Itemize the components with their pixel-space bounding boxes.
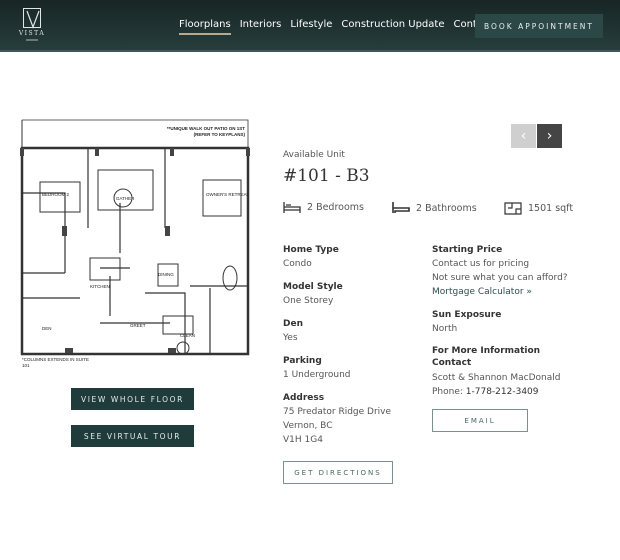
nav-construction-update[interactable]: Construction Update [341,19,444,35]
floorplan-note-top: **UNIQUE WALK OUT PATIO ON 1ST [167,126,245,131]
logo[interactable]: VISTA [17,8,47,41]
sun-exposure-label: Sun Exposure [432,310,502,320]
more-info-label: For More Information Contact [432,346,541,368]
floorplan-note-top-2: (REFER TO KEYPLANS) [194,132,246,137]
prev-unit-button[interactable]: ‹ [511,124,536,148]
floorplan-image: **UNIQUE WALK OUT PATIO ON 1ST (REFER TO… [20,119,250,368]
model-style-label: Model Style [283,282,343,292]
floorplan-unit-number: 101 [22,363,30,368]
bathtub-icon [392,202,410,213]
nav-interiors[interactable]: Interiors [240,19,282,35]
bedrooms-label: 2 Bedrooms [307,202,364,213]
phone-prefix: Phone: [432,387,466,397]
available-unit-label: Available Unit [283,150,345,160]
room-gather: GATHER [116,196,135,201]
afford-text: Not sure what you can afford? [432,273,568,283]
phone-link[interactable]: 1-778-212-3409 [466,387,539,397]
logo-text: VISTA [18,30,46,37]
bathrooms-label: 2 Bathrooms [416,202,477,214]
room-den: DEN [42,326,52,331]
chevron-right-icon: › [546,128,553,144]
feature-bedrooms: 2 Bedrooms [283,202,364,213]
details-left: Home Type Condo Model Style One Storey D… [283,243,391,447]
chevron-left-icon: ‹ [520,128,527,144]
bed-icon [283,202,301,213]
starting-price-value: Contact us for pricing [432,259,530,269]
unit-title: #101 - B3 [283,166,370,186]
get-directions-button[interactable]: GET DIRECTIONS [283,461,393,484]
address-line-2: Vernon, BC [283,421,333,431]
address-line-3: V1H 1G4 [283,435,323,445]
main-nav: Floorplans Interiors Lifestyle Construct… [179,19,492,35]
den-label: Den [283,319,303,329]
feature-bathrooms: 2 Bathrooms [392,202,477,214]
logo-tagline [26,39,38,41]
address-label: Address [283,393,325,403]
address-line-1: 75 Predator Ridge Drive [283,407,392,417]
mortgage-calculator-link[interactable]: Mortgage Calculator » [432,287,532,297]
feature-sqft: 1501 sqft [504,202,573,215]
email-button[interactable]: EMAIL [432,409,528,432]
see-virtual-tour-button[interactable]: SEE VIRTUAL TOUR [71,425,194,447]
parking-label: Parking [283,356,322,366]
room-kitchen: KITCHEN [90,284,110,289]
home-type-label: Home Type [283,245,339,255]
room-greet: GREET [130,323,146,328]
contact-name: Scott & Shannon MacDonald [432,373,561,383]
den-value: Yes [283,333,298,343]
model-style-value: One Storey [283,296,334,306]
logo-mark [23,8,41,29]
room-owners-retreat: OWNER'S RETREAT [206,192,249,197]
room-bedroom-2: BEDROOM 2 [42,192,70,197]
nav-lifestyle[interactable]: Lifestyle [290,19,332,35]
sun-exposure-value: North [432,324,458,334]
nav-floorplans[interactable]: Floorplans [179,19,231,35]
floorplan-icon [504,202,522,215]
next-unit-button[interactable]: › [537,124,562,148]
parking-value: 1 Underground [283,370,351,380]
details-right: Starting Price Contact us for pricing No… [432,243,582,399]
starting-price-label: Starting Price [432,245,503,255]
floorplan-note-bottom: *COLUMNS EXTENDS IN SUITE [22,357,89,362]
room-dining: DINING [158,272,174,277]
home-type-value: Condo [283,259,312,269]
view-whole-floor-button[interactable]: VIEW WHOLE FLOOR [71,388,194,410]
book-appointment-button[interactable]: BOOK APPOINTMENT [475,14,603,38]
room-clean: CLEAN [180,333,195,338]
site-header: VISTA Floorplans Interiors Lifestyle Con… [0,0,620,52]
sqft-label: 1501 sqft [528,203,574,214]
